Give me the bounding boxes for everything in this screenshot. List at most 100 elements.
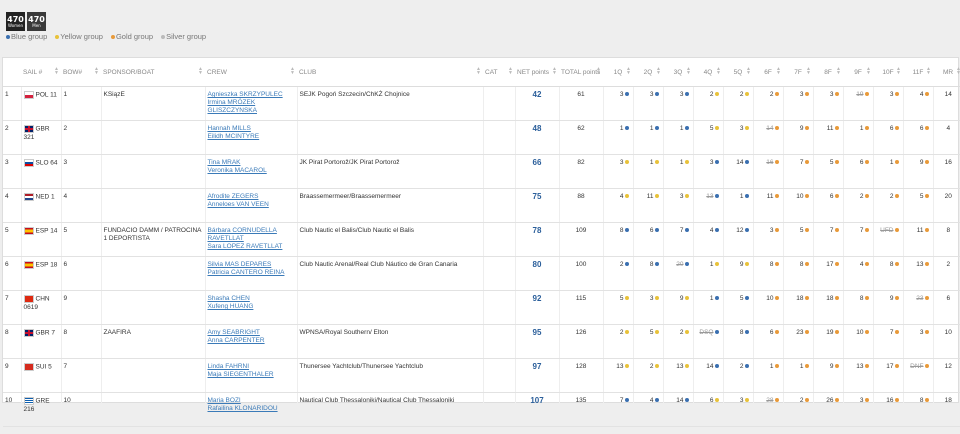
column-header[interactable]: TOTAL points ▲ ▼ [559, 58, 603, 87]
sort-arrows-icon[interactable]: ▲ ▼ [596, 67, 601, 76]
sort-arrows-icon[interactable]: ▲ ▼ [866, 67, 871, 76]
crew-member-link[interactable]: Eilidh MCINTYRE [208, 133, 295, 141]
sail-number: ESP 18 [35, 261, 58, 269]
race-score: UFD [880, 227, 894, 234]
column-header[interactable]: SAIL # ▲ ▼ [21, 58, 61, 87]
race-score: 5 [799, 227, 804, 234]
crew-member-link[interactable]: Rafailina KLONARIDOU [208, 405, 295, 413]
group-dot-icon [714, 364, 719, 369]
column-header-label: CLUB [299, 68, 317, 76]
column-header[interactable]: 6F ▲ ▼ [753, 58, 783, 87]
crew-member-link[interactable]: Hannah MILLS [208, 125, 295, 133]
race-score-cell: 11 [902, 222, 933, 257]
group-dot-icon [864, 160, 869, 165]
race-score: 9 [799, 125, 804, 132]
column-header[interactable]: 5Q ▲ ▼ [723, 58, 753, 87]
sort-arrows-icon[interactable]: ▲ ▼ [656, 67, 661, 76]
race-score: 7 [619, 397, 624, 404]
sort-arrows-icon[interactable]: ▲ ▼ [896, 67, 901, 76]
bow-cell: 7 [60, 358, 101, 393]
sort-arrows-icon[interactable]: ▲ ▼ [54, 67, 59, 76]
sort-arrows-icon[interactable]: ▲ ▼ [926, 67, 931, 76]
sort-arrows-icon[interactable]: ▲ ▼ [198, 67, 203, 76]
column-header[interactable]: 4Q ▲ ▼ [693, 58, 723, 87]
sail-cell: SUI 5 [20, 358, 61, 393]
sort-arrows-icon[interactable]: ▲ ▼ [508, 67, 513, 76]
column-header[interactable]: SPONSOR/BOAT ▲ ▼ [101, 58, 205, 87]
race-score-cell: 1 [842, 120, 873, 155]
race-score: 3 [679, 193, 684, 200]
crew-member-link[interactable]: Veronika MACAROL [208, 167, 295, 175]
race-score-cell: 7 [602, 392, 633, 427]
sort-arrows-icon[interactable]: ▲ ▼ [806, 67, 811, 76]
column-header[interactable]: MR ▲ ▼ [933, 58, 960, 87]
crew-member-link[interactable]: Silvia MAS DEPARES [208, 261, 295, 269]
group-dot-icon [684, 194, 689, 199]
group-dot-icon [924, 228, 929, 233]
crew-member-link[interactable]: Afrodite ZEGERS [208, 193, 295, 201]
crew-member-link[interactable]: Amy SEABRIGHT [208, 329, 295, 337]
crew-member-link[interactable]: Agnieszka SKRZYPULEC [208, 91, 295, 99]
race-score-cell: 3 [842, 392, 873, 427]
crew-member-link[interactable]: Anna CARPENTER [208, 337, 295, 345]
crew-member-link[interactable]: Xufeng HUANG [208, 303, 295, 311]
crew-member-link[interactable]: Maria BOZI [208, 397, 295, 405]
sort-arrows-icon[interactable]: ▲ ▼ [716, 67, 721, 76]
column-header[interactable]: 11F ▲ ▼ [903, 58, 933, 87]
column-header[interactable]: NET points ▲ ▼ [515, 58, 559, 87]
group-dot-icon [684, 330, 689, 335]
sort-arrows-icon[interactable]: ▲ ▼ [836, 67, 841, 76]
logo-470-women[interactable]: 470 Women [6, 12, 25, 31]
column-header[interactable]: CREW ▲ ▼ [205, 58, 297, 87]
race-score: 1 [799, 363, 804, 370]
column-header[interactable]: 7F ▲ ▼ [783, 58, 813, 87]
race-score-cell: 2 [722, 86, 753, 121]
sort-arrows-icon[interactable]: ▲ ▼ [626, 67, 631, 76]
group-dot-icon [654, 330, 659, 335]
race-score-cell: 5 [722, 290, 753, 325]
sort-arrows-icon[interactable]: ▲ ▼ [94, 67, 99, 76]
crew-member-link[interactable]: Shasha CHEN [208, 295, 295, 303]
sort-arrows-icon[interactable]: ▲ ▼ [776, 67, 781, 76]
sail-number: NED 1 [35, 193, 55, 201]
column-header[interactable]: 1Q ▲ ▼ [603, 58, 633, 87]
race-score: 14 [766, 125, 774, 132]
group-dot-icon [864, 228, 869, 233]
race-score: 1 [679, 159, 684, 166]
column-header[interactable]: BOW# ▲ ▼ [61, 58, 101, 87]
medal-race-cell: 2 [932, 256, 960, 291]
sort-arrows-icon[interactable]: ▲ ▼ [290, 67, 295, 76]
race-score: 23 [916, 295, 924, 302]
crew-member-link[interactable]: Maja SIEGENTHALER [208, 371, 295, 379]
sort-arrows-icon[interactable]: ▲ ▼ [686, 67, 691, 76]
race-score: 3 [859, 397, 864, 404]
race-score-cell: 20 [662, 256, 693, 291]
crew-member-link[interactable]: Linda FAHRNI [208, 363, 295, 371]
sort-arrows-icon[interactable]: ▲ ▼ [476, 67, 481, 76]
sort-arrows-icon[interactable]: ▲ ▼ [746, 67, 751, 76]
group-dot-icon [654, 296, 659, 301]
crew-member-link[interactable]: Tina MRAK [208, 159, 295, 167]
crew-member-link[interactable]: Sara LOPEZ RAVETLLAT [208, 243, 295, 251]
column-header[interactable]: 10F ▲ ▼ [873, 58, 903, 87]
logo-470-men[interactable]: 470 Men [27, 12, 46, 31]
crew-member-link[interactable]: Patricia CANTERO REINA [208, 269, 295, 277]
race-score: 8 [739, 329, 744, 336]
group-dot-icon [654, 398, 659, 403]
column-header[interactable]: 9F ▲ ▼ [843, 58, 873, 87]
column-header[interactable]: CLUB ▲ ▼ [297, 58, 483, 87]
column-header[interactable]: 2Q ▲ ▼ [633, 58, 663, 87]
race-score-cell: 9 [782, 120, 813, 155]
crew-member-link[interactable]: Irmina MRÓZEK GLISZCZYNSKA [208, 99, 295, 115]
group-dot-icon [654, 262, 659, 267]
sort-arrows-icon[interactable]: ▲ ▼ [956, 67, 960, 76]
column-header[interactable]: CAT ▲ ▼ [483, 58, 515, 87]
medal-race-cell: 18 [932, 392, 960, 427]
sort-arrows-icon[interactable]: ▲ ▼ [552, 67, 557, 76]
column-header[interactable]: 8F ▲ ▼ [813, 58, 843, 87]
crew-member-link[interactable]: Bárbara CORNUDELLA RAVETLLAT [208, 227, 295, 243]
column-header[interactable]: 3Q ▲ ▼ [663, 58, 693, 87]
crew-member-link[interactable]: Anneloes VAN VEEN [208, 201, 295, 209]
group-legend: Blue group Yellow group Gold group Silver g… [6, 33, 206, 41]
group-dot-icon [654, 160, 659, 165]
